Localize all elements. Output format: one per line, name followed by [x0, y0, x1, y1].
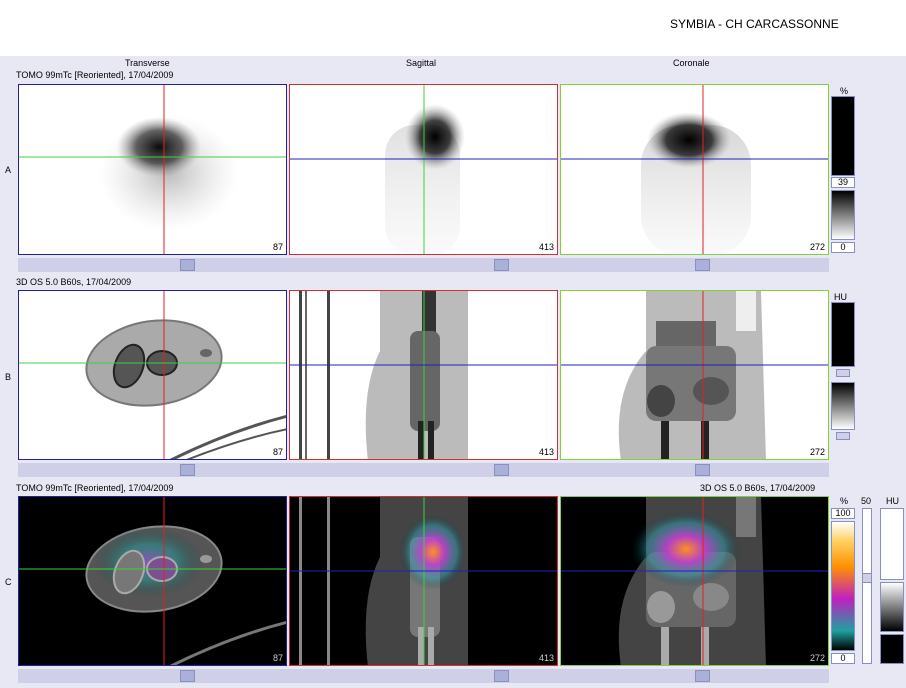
scroll-thumb-sagittal[interactable] [494, 259, 509, 271]
scroll-thumb-coronal[interactable] [695, 670, 710, 682]
fusion-coronal-image [561, 497, 828, 665]
column-label-coronal: Coronale [673, 58, 710, 68]
fusion-sagittal-image [290, 497, 557, 665]
scroll-thumb-coronal[interactable] [695, 464, 710, 476]
ct-transverse-image [19, 291, 286, 459]
row-a-label: A [5, 165, 12, 175]
row-a-series-label: TOMO 99mTc [Reoriented], 17/04/2009 [16, 70, 174, 80]
slice-number: 272 [809, 242, 825, 252]
colorbar-b-lower[interactable] [831, 382, 855, 430]
row-b-series-label: 3D OS 5.0 B60s, 17/04/2009 [16, 277, 132, 287]
spect-sagittal-image [290, 85, 557, 254]
colorbar-c-ct-lower[interactable] [880, 582, 904, 632]
row-c-series-label-right: 3D OS 5.0 B60s, 17/04/2009 [700, 483, 816, 493]
scale-c-lower-value[interactable]: 0 [831, 653, 855, 664]
slice-number: 413 [538, 653, 554, 663]
slice-scrollbar-a[interactable] [18, 258, 829, 272]
slice-number: 413 [538, 447, 554, 457]
viewport-c-transverse[interactable]: 87 [18, 496, 287, 666]
slice-scrollbar-c[interactable] [18, 669, 829, 683]
scale-c-unit-ct: HU [886, 496, 899, 506]
blend-value: 50 [861, 496, 872, 506]
scroll-thumb-coronal[interactable] [695, 259, 710, 271]
colorbar-c-pet[interactable] [831, 521, 855, 651]
scroll-thumb-transverse[interactable] [180, 464, 195, 476]
viewport-c-sagittal[interactable]: 413 [289, 496, 558, 666]
row-b-label: B [5, 372, 12, 382]
window-handle-b-upper[interactable] [836, 369, 850, 377]
viewport-b-transverse[interactable]: 87 [18, 290, 287, 460]
spect-coronal-image [561, 85, 828, 254]
slice-number: 413 [538, 242, 554, 252]
slice-scrollbar-b[interactable] [18, 463, 829, 477]
fusion-transverse-image [19, 497, 286, 665]
scale-b-unit: HU [834, 292, 847, 302]
scale-a-unit: % [840, 86, 849, 96]
slice-number: 272 [809, 653, 825, 663]
scale-a-lower-value[interactable]: 0 [831, 242, 855, 253]
colorbar-a-upper[interactable] [831, 96, 855, 176]
ct-coronal-image [561, 291, 828, 459]
report-header: SYMBIA - CH CARCASSONNE [0, 0, 906, 56]
colorbar-c-ct-upper[interactable] [880, 508, 904, 580]
column-label-sagittal: Sagittal [406, 58, 437, 68]
scroll-thumb-sagittal[interactable] [494, 670, 509, 682]
row-c-label: C [5, 577, 12, 587]
viewport-b-coronal[interactable]: 272 [560, 290, 829, 460]
blend-slider-thumb[interactable] [862, 573, 872, 583]
slice-number: 87 [272, 242, 283, 252]
spect-transverse-image [19, 85, 286, 254]
scale-a-upper-value[interactable]: 39 [831, 177, 855, 188]
viewport-b-sagittal[interactable]: 413 [289, 290, 558, 460]
scale-c-upper-value[interactable]: 100 [831, 508, 855, 519]
viewport-a-sagittal[interactable]: 413 [289, 84, 558, 255]
ct-sagittal-image [290, 291, 557, 459]
blend-slider[interactable] [862, 508, 872, 664]
column-label-transverse: Transverse [125, 58, 170, 68]
scroll-thumb-transverse[interactable] [180, 670, 195, 682]
site-name: SYMBIA - CH CARCASSONNE [670, 17, 839, 31]
window-handle-b-lower[interactable] [836, 432, 850, 440]
scroll-thumb-transverse[interactable] [180, 259, 195, 271]
slice-number: 87 [272, 447, 283, 457]
colorbar-c-ct-bottom[interactable] [880, 634, 904, 664]
scroll-thumb-sagittal[interactable] [494, 464, 509, 476]
colorbar-b-upper[interactable] [831, 302, 855, 367]
slice-number: 87 [272, 653, 283, 663]
viewport-a-coronal[interactable]: 272 [560, 84, 829, 255]
slice-number: 272 [809, 447, 825, 457]
colorbar-a-lower[interactable] [831, 190, 855, 240]
viewport-a-transverse[interactable]: 87 [18, 84, 287, 255]
scale-c-unit: % [840, 496, 849, 506]
viewport-c-coronal[interactable]: 272 [560, 496, 829, 666]
row-c-series-label-left: TOMO 99mTc [Reoriented], 17/04/2009 [16, 483, 174, 493]
